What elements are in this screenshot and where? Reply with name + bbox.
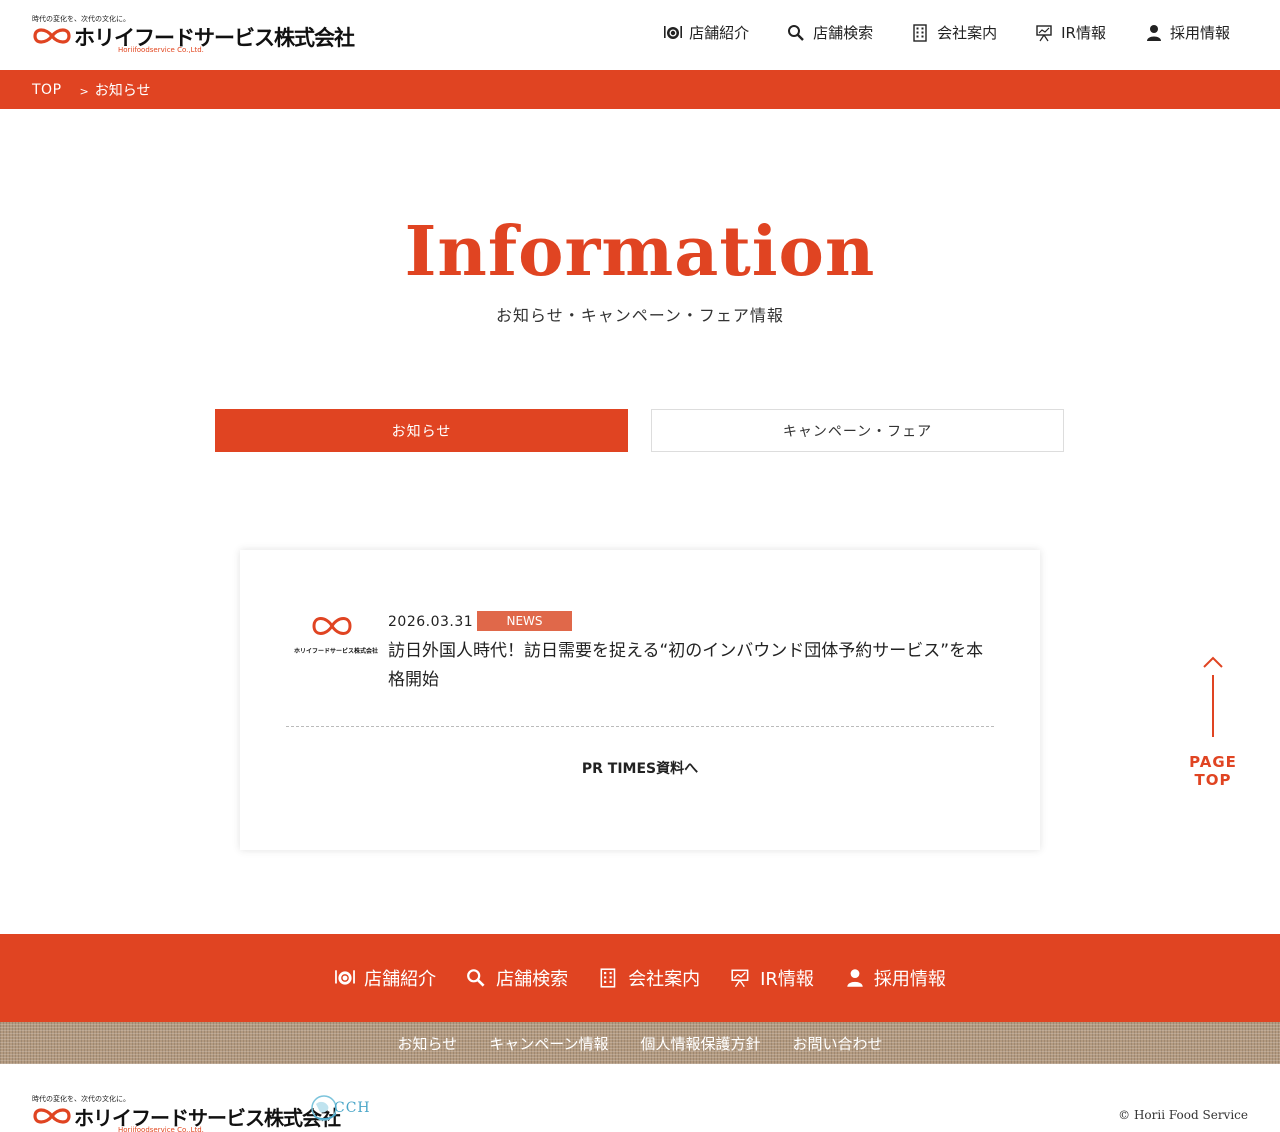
- footer-nav-recruit[interactable]: 採用情報: [844, 965, 946, 991]
- site-header: 時代の変化を、次代の文化に。 ホリイフードサービス株式会社 Horiifoods…: [0, 0, 1280, 70]
- page-subtitle: お知らせ・キャンペーン・フェア情報: [496, 306, 784, 325]
- nav-company-label: 会社案内: [937, 24, 998, 42]
- footer-nav: 店舗紹介 店舗検索 会社案内 IR情報 採用情報: [0, 934, 1280, 1022]
- nav-store-intro[interactable]: 店舗紹介: [663, 22, 749, 43]
- nav-store-search-label: 店舗検索: [813, 24, 874, 42]
- nav-recruit-label: 採用情報: [1169, 24, 1230, 42]
- breadcrumb-separator: >: [79, 85, 89, 98]
- footer-logo[interactable]: 時代の変化を、次代の文化に。 ホリイフードサービス株式会社 Horiifoods…: [32, 1094, 341, 1132]
- breadcrumb-current: お知らせ: [94, 82, 151, 99]
- footer-nav-recruit-label: 採用情報: [873, 969, 946, 990]
- main-nav: 店舗紹介 店舗検索 会社案内 IR情報 採用情報: [663, 22, 1230, 43]
- cch-text: CCH: [334, 1100, 371, 1116]
- news-category-badge: NEWS: [477, 611, 572, 631]
- page-top-button[interactable]: PAGE TOP: [1168, 655, 1258, 789]
- footer-nav-store-search-label: 店舗検索: [496, 969, 569, 990]
- copyright: © Horii Food Service: [1118, 1108, 1248, 1122]
- footer-bottom: 時代の変化を、次代の文化に。 ホリイフードサービス株式会社 Horiifoods…: [0, 1064, 1280, 1132]
- pr-times-link[interactable]: PR TIMES資料へ: [240, 758, 1040, 778]
- footer-link-contact[interactable]: お問い合わせ: [792, 1033, 882, 1054]
- dish-icon: [664, 25, 683, 39]
- footer-logo-english-name: Horiifoodservice Co.,Ltd.: [118, 1126, 204, 1132]
- logo-english-name: Horiifoodservice Co.,Ltd.: [118, 46, 204, 54]
- page-top-label: PAGE TOP: [1189, 753, 1237, 789]
- footer-nav-store-intro[interactable]: 店舗紹介: [334, 965, 436, 991]
- site-logo[interactable]: 時代の変化を、次代の文化に。 ホリイフードサービス株式会社 Horiifoods…: [32, 14, 355, 58]
- thumbnail-company-name: ホリイフードサービス株式会社: [294, 648, 379, 655]
- dish-icon: [335, 970, 355, 985]
- logo-company-name: ホリイフードサービス株式会社: [74, 26, 355, 50]
- page-title: Information: [404, 212, 876, 292]
- search-icon: [788, 24, 804, 41]
- search-icon: [467, 969, 485, 987]
- footer-nav-company-label: 会社案内: [628, 969, 701, 990]
- footer-nav-company[interactable]: 会社案内: [598, 965, 700, 991]
- cch-logo[interactable]: CCH: [310, 1092, 380, 1128]
- nav-ir-label: IR情報: [1061, 24, 1106, 42]
- person-icon: [847, 969, 863, 987]
- nav-company[interactable]: 会社案内: [911, 22, 997, 43]
- arrow-up-icon: [1203, 656, 1223, 737]
- footer-nav-ir[interactable]: IR情報: [730, 965, 814, 991]
- breadcrumb-top-link[interactable]: TOP: [32, 82, 62, 98]
- footer-nav-store-intro-label: 店舗紹介: [364, 969, 437, 990]
- news-card: ホリイフードサービス株式会社 2026.03.31 NEWS 訪日外国人時代！訪…: [240, 550, 1040, 850]
- building-icon: [913, 23, 927, 42]
- presentation-icon: [1036, 24, 1052, 41]
- news-thumbnail[interactable]: ホリイフードサービス株式会社: [294, 612, 379, 662]
- tab-campaign-fair[interactable]: キャンペーン・フェア: [651, 409, 1064, 452]
- nav-store-intro-label: 店舗紹介: [689, 24, 750, 42]
- footer-link-campaign[interactable]: キャンペーン情報: [489, 1033, 608, 1054]
- nav-store-search[interactable]: 店舗検索: [787, 22, 873, 43]
- news-title-link[interactable]: 訪日外国人時代！訪日需要を捉える“初のインバウンド団体予約サービス”を本格開始: [388, 637, 988, 695]
- infinity-logo-icon: [33, 28, 71, 44]
- person-icon: [1146, 24, 1161, 41]
- footer-nav-store-search[interactable]: 店舗検索: [466, 965, 568, 991]
- footer-links: お知らせ キャンペーン情報 個人情報保護方針 お問い合わせ: [0, 1022, 1280, 1064]
- footer-link-privacy[interactable]: 個人情報保護方針: [640, 1033, 760, 1054]
- nav-ir[interactable]: IR情報: [1035, 22, 1106, 43]
- footer-logo-company-name: ホリイフードサービス株式会社: [74, 1106, 341, 1130]
- tab-news[interactable]: お知らせ: [215, 409, 628, 452]
- presentation-icon: [731, 969, 749, 988]
- news-date: 2026.03.31: [388, 614, 474, 630]
- card-divider: [286, 726, 994, 727]
- breadcrumb: TOP > お知らせ: [0, 70, 1280, 109]
- footer-nav-ir-label: IR情報: [760, 969, 814, 990]
- infinity-logo-icon: [33, 1108, 71, 1124]
- building-icon: [600, 968, 616, 988]
- infinity-logo-icon: [312, 617, 352, 635]
- nav-recruit[interactable]: 採用情報: [1144, 22, 1230, 43]
- footer-link-news[interactable]: お知らせ: [398, 1033, 458, 1054]
